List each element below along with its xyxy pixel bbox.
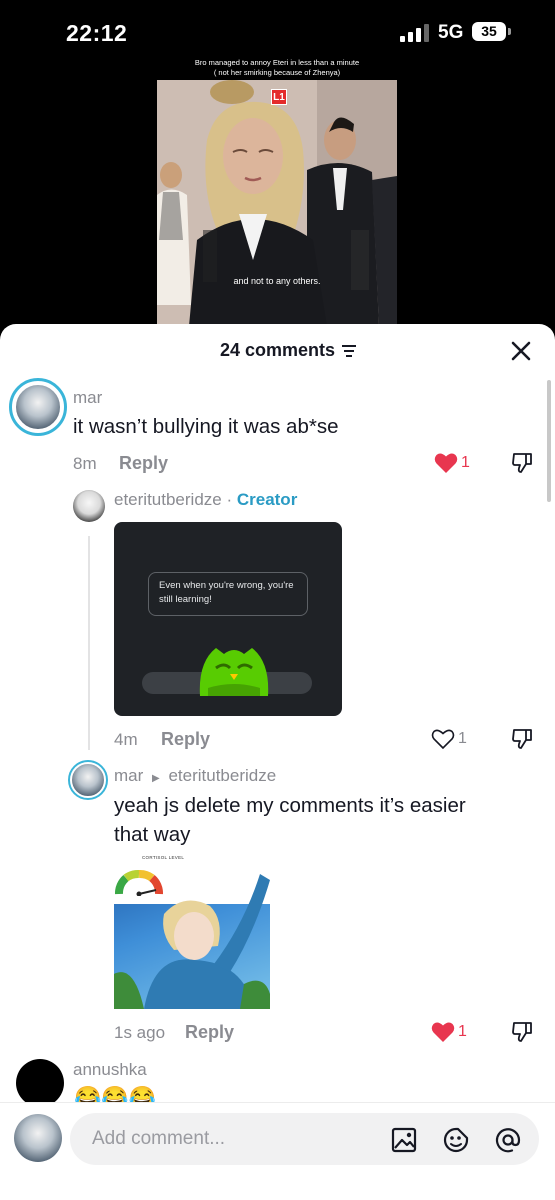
comment-composer [0,1102,555,1200]
avatar [71,763,105,797]
avatar[interactable] [73,490,105,522]
comment-username[interactable]: mar ▶ eteritutberidze [114,766,276,786]
comments-header: 24 comments [0,324,555,376]
comment-text: it wasn’t bullying it was ab*se [73,415,339,438]
like-count: 1 [458,1023,467,1040]
reply-button[interactable]: Reply [119,453,168,474]
user-avatar [14,1114,62,1162]
anime-character [114,874,270,1009]
avatar[interactable] [16,1059,64,1107]
heart-filled-icon[interactable] [434,452,458,474]
screen: 22:12 5G 35 Bro managed to annoy Eteri i… [0,0,555,1200]
creator-badge: Creator [236,490,298,509]
comment-input[interactable] [92,1113,382,1165]
scrollbar[interactable] [547,380,551,502]
comment-time: 4m [114,730,138,749]
video-player[interactable]: L1 and not to any others. [157,80,397,326]
video-scene [157,80,397,326]
reply-button[interactable]: Reply [185,1022,234,1043]
status-bar: 22:12 5G 35 [0,0,555,60]
heart-filled-icon[interactable] [431,1021,455,1043]
channel-logo: L1 [271,89,287,105]
battery-icon: 35 [472,22,506,41]
comment-username[interactable]: eteritutberidze · Creator [114,490,297,510]
video-subtitle: and not to any others. [233,276,321,286]
video-caption: Bro managed to annoy Eteri in less than … [157,58,397,78]
thread-line [88,536,90,750]
comments-count-label: 24 comments [219,340,336,360]
comment-text: yeah js delete my comments it’s easier t… [114,791,466,849]
comment-input-wrapper [70,1113,539,1165]
separator-dot: · [221,490,237,509]
avatar [14,383,62,431]
heart-outline-icon[interactable] [431,728,455,750]
avatar-mar-ring[interactable] [68,760,108,800]
comment-text-line2: that way [114,823,191,846]
signal-icon [400,24,429,42]
creator-username[interactable]: eteritutberidze [114,490,222,509]
dislike-icon[interactable] [511,1021,533,1043]
sort-lines-icon[interactable] [342,345,356,357]
dislike-icon[interactable] [511,728,533,750]
status-time: 22:12 [66,20,128,46]
comment-username[interactable]: mar [73,388,102,408]
comment-username[interactable]: annushka [73,1060,147,1080]
dislike-icon[interactable] [511,452,533,474]
reply-to-username[interactable]: eteritutberidze [168,766,276,785]
mention-icon[interactable] [494,1126,522,1154]
reply-username[interactable]: mar [114,766,143,785]
comment-image[interactable]: CORTISOL LEVEL [114,854,270,1009]
comments-sheet: 24 comments mar it wasn’t bullying it wa… [0,324,555,1200]
duo-owl-icon [199,648,269,696]
video-caption-line1: Bro managed to annoy Eteri in less than … [194,58,360,67]
like-count: 1 [461,454,470,471]
like-count: 1 [458,730,467,747]
avatar [14,1114,62,1162]
speech-bubble: Even when you're wrong, you're still lea… [148,572,308,616]
comment-time: 8m [73,454,97,473]
avatar-mar-ring[interactable] [9,378,67,436]
battery-tip [508,28,511,35]
reply-button[interactable]: Reply [161,729,210,750]
comment-time: 1s ago [114,1023,166,1042]
reply-arrow-icon: ▶ [152,773,160,784]
close-x-icon[interactable] [510,340,532,362]
comment-text: 😂😂😂 [74,1085,157,1102]
comments-count-title: 24 comments [0,340,555,361]
emoji-icon[interactable] [442,1126,470,1154]
comment-image[interactable]: Even when you're wrong, you're still lea… [114,522,342,716]
video-caption-line2: ( not her smirking because of Zhenya) [213,68,341,77]
image-icon[interactable] [390,1126,418,1154]
network-type: 5G [438,22,464,43]
comment-text-line1: yeah js delete my comments it’s easier [114,794,466,817]
